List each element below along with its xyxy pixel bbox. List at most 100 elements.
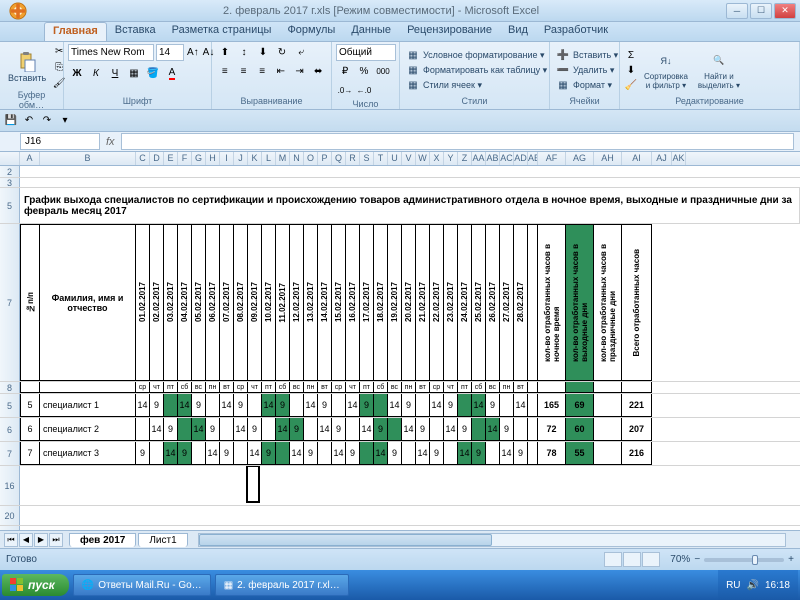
maximize-button[interactable]: ☐ [750, 3, 772, 19]
currency-button[interactable]: ₽ [336, 63, 354, 80]
browser-icon: 🌐 [82, 580, 94, 591]
horizontal-scrollbar[interactable] [198, 533, 786, 547]
align-center-button[interactable]: ≡ [235, 63, 253, 80]
taskbar-item-excel[interactable]: ▦2. февраль 2017 г.xl… [215, 574, 349, 596]
name-box[interactable]: J16 [20, 133, 100, 150]
increase-decimal-button[interactable]: .0→ [336, 82, 354, 99]
taskbar: пуск 🌐Ответы Mail.Ru - Go… ▦2. февраль 2… [0, 570, 800, 600]
title-bar: 2. февраль 2017 г.xls [Режим совместимос… [0, 0, 800, 22]
number-format-select[interactable] [336, 44, 396, 61]
tab-layout[interactable]: Разметка страницы [164, 22, 280, 41]
font-color-button[interactable]: A [163, 65, 181, 82]
autosum-icon[interactable]: Σ [624, 48, 638, 62]
sheet-tab-feb2017[interactable]: фев 2017 [69, 533, 136, 547]
sort-icon: Я↓ [656, 51, 676, 71]
cells-group-label: Ячейки [554, 96, 615, 107]
status-ready: Готово [6, 554, 37, 565]
sheet-tab-list1[interactable]: Лист1 [138, 533, 187, 547]
cond-format-icon: ▦ [406, 48, 420, 62]
formula-input[interactable] [121, 133, 794, 150]
tray-lang[interactable]: RU [726, 580, 740, 591]
tab-developer[interactable]: Разработчик [536, 22, 616, 41]
align-group-label: Выравнивание [216, 96, 327, 107]
tray-volume-icon[interactable]: 🔊 [747, 580, 759, 591]
tab-formulas[interactable]: Формулы [279, 22, 343, 41]
find-select-button[interactable]: 🔍 Найти и выделить ▾ [694, 49, 744, 92]
taskbar-item-browser[interactable]: 🌐Ответы Mail.Ru - Go… [73, 574, 211, 596]
fill-icon[interactable]: ⬇ [624, 63, 638, 77]
wrap-text-button[interactable]: ⤶ [292, 44, 310, 61]
bold-button[interactable]: Ж [68, 65, 86, 82]
format-cells-button[interactable]: ▦Формат ▾ [554, 78, 620, 92]
font-name-select[interactable] [68, 44, 154, 61]
view-page-layout-button[interactable] [623, 552, 641, 567]
indent-inc-button[interactable]: ⇥ [291, 63, 309, 80]
minimize-button[interactable]: ─ [726, 3, 748, 19]
view-normal-button[interactable] [604, 552, 622, 567]
border-button[interactable]: ▦ [125, 65, 143, 82]
ribbon-tabs: Главная Вставка Разметка страницы Формул… [0, 22, 800, 42]
decrease-decimal-button[interactable]: ←.0 [355, 82, 373, 99]
font-group-label: Шрифт [68, 96, 207, 107]
tab-review[interactable]: Рецензирование [399, 22, 500, 41]
indent-dec-button[interactable]: ⇤ [272, 63, 290, 80]
fill-color-button[interactable]: 🪣 [144, 65, 162, 82]
tray-clock[interactable]: 16:18 [765, 580, 790, 591]
font-size-select[interactable] [156, 44, 184, 61]
paste-label: Вставить [8, 73, 46, 83]
cell-cursor [246, 466, 260, 503]
align-bottom-button[interactable]: ⬇ [254, 44, 272, 61]
insert-cells-button[interactable]: ➕Вставить ▾ [554, 48, 620, 62]
align-left-button[interactable]: ≡ [216, 63, 234, 80]
sheet-nav-first[interactable]: ⏮ [4, 533, 18, 547]
format-as-table-button[interactable]: ▦Форматировать как таблицу ▾ [404, 63, 549, 77]
zoom-slider[interactable] [704, 558, 784, 562]
comma-button[interactable]: 000 [374, 63, 392, 80]
sheet-nav-prev[interactable]: ◀ [19, 533, 33, 547]
grow-font-button[interactable]: A↑ [186, 44, 200, 61]
view-page-break-button[interactable] [642, 552, 660, 567]
ribbon: Вставить ✂ ⎘ 🖌 Буфер обм… A↑ A↓ Ж К Ч ▦ [0, 42, 800, 110]
fx-icon[interactable]: fx [106, 136, 115, 148]
number-group-label: Число [336, 99, 395, 110]
merge-button[interactable]: ⬌ [309, 63, 327, 80]
window-title: 2. февраль 2017 г.xls [Режим совместимос… [36, 5, 726, 17]
qat-more-icon[interactable]: ▾ [58, 114, 72, 128]
tab-view[interactable]: Вид [500, 22, 536, 41]
align-right-button[interactable]: ≡ [253, 63, 271, 80]
zoom-in-button[interactable]: + [788, 554, 794, 565]
italic-button[interactable]: К [87, 65, 105, 82]
sheet-nav-next[interactable]: ▶ [34, 533, 48, 547]
start-button[interactable]: пуск [2, 574, 69, 596]
orientation-button[interactable]: ↻ [273, 44, 291, 61]
schedule-title: График выхода специалистов по сертификац… [20, 188, 800, 223]
column-headers[interactable]: ABCDEFGHIJKLMNOPQRSTUVWXYZAAABACADAEAFAG… [0, 152, 800, 166]
worksheet-grid[interactable]: 2 3 5 График выхода специалистов по серт… [0, 166, 800, 562]
system-tray[interactable]: RU 🔊 16:18 [718, 570, 798, 600]
paste-button[interactable]: Вставить [4, 50, 50, 85]
delete-cells-button[interactable]: ➖Удалить ▾ [554, 63, 620, 77]
undo-icon[interactable]: ↶ [22, 114, 36, 128]
tab-data[interactable]: Данные [343, 22, 399, 41]
sheet-nav-last[interactable]: ⏭ [49, 533, 63, 547]
zoom-level: 70% [670, 554, 690, 565]
clipboard-group-label: Буфер обм… [4, 90, 59, 111]
sort-filter-button[interactable]: Я↓ Сортировка и фильтр ▾ [640, 49, 692, 92]
redo-icon[interactable]: ↷ [40, 114, 54, 128]
save-icon[interactable]: 💾 [4, 114, 18, 128]
editing-group-label: Редактирование [624, 96, 795, 107]
tab-home[interactable]: Главная [44, 22, 107, 41]
close-button[interactable]: ✕ [774, 3, 796, 19]
clear-icon[interactable]: 🧹 [624, 78, 638, 92]
insert-icon: ➕ [556, 48, 570, 62]
status-bar: Готово 70% − + [0, 548, 800, 570]
office-button[interactable] [0, 0, 36, 22]
zoom-out-button[interactable]: − [694, 554, 700, 565]
cell-styles-button[interactable]: ▦Стили ячеек ▾ [404, 78, 549, 92]
align-middle-button[interactable]: ↕ [235, 44, 253, 61]
align-top-button[interactable]: ⬆ [216, 44, 234, 61]
underline-button[interactable]: Ч [106, 65, 124, 82]
tab-insert[interactable]: Вставка [107, 22, 164, 41]
conditional-formatting-button[interactable]: ▦Условное форматирование ▾ [404, 48, 549, 62]
percent-button[interactable]: % [355, 63, 373, 80]
